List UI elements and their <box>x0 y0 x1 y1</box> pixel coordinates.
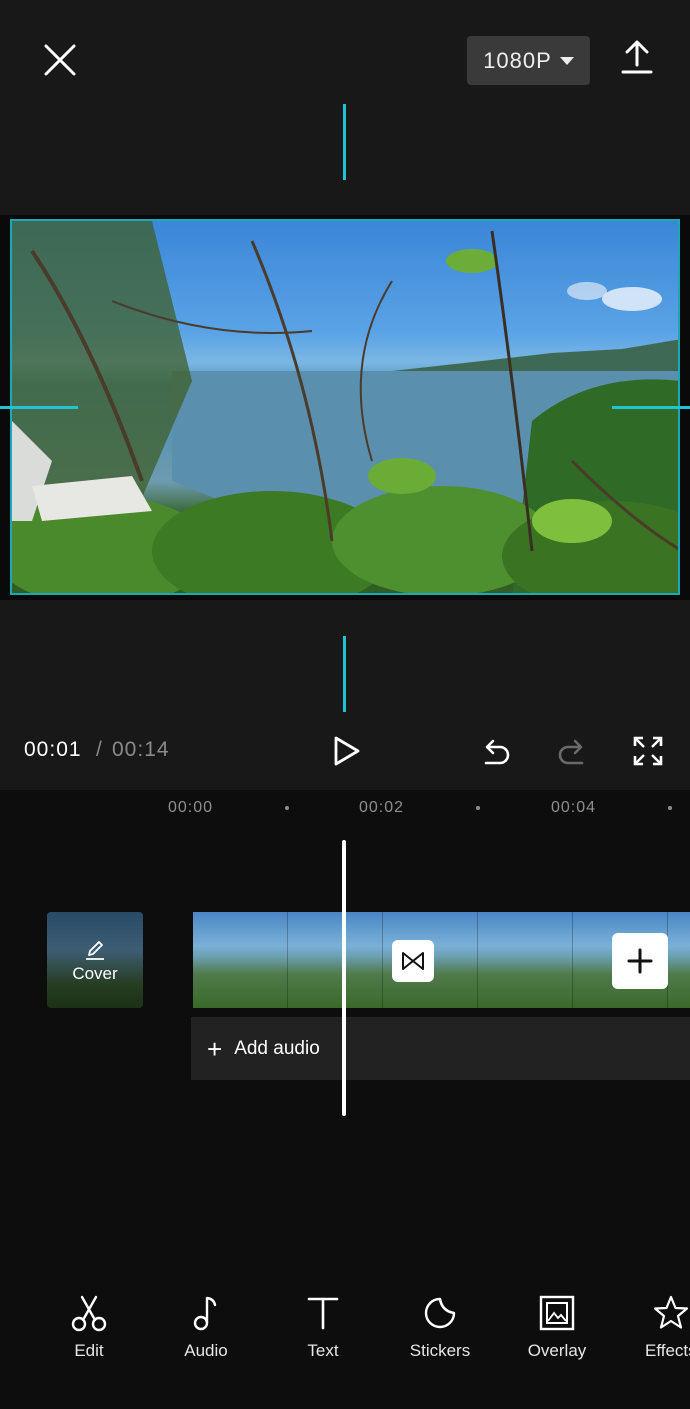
clip-thumbnail <box>193 912 288 1008</box>
scissors-icon <box>71 1295 107 1332</box>
upload-icon <box>621 40 653 74</box>
clip-thumbnail <box>668 912 690 1008</box>
add-audio-label: Add audio <box>234 1037 320 1059</box>
center-guide-top <box>343 104 346 180</box>
tool-audio[interactable]: Audio <box>151 1293 261 1361</box>
undo-icon <box>484 739 510 765</box>
resolution-dropdown[interactable]: 1080P <box>467 36 590 85</box>
ruler-dot <box>668 806 672 810</box>
playhead[interactable] <box>342 840 346 1116</box>
caret-down-icon <box>559 56 574 65</box>
undo-button[interactable] <box>480 735 512 767</box>
ruler-dot <box>285 806 289 810</box>
center-guide-bottom <box>343 636 346 712</box>
clip-thumbnail <box>478 912 573 1008</box>
transition-bowtie-icon <box>402 952 424 970</box>
redo-button[interactable] <box>556 735 588 767</box>
fullscreen-icon <box>633 736 663 766</box>
tool-label: Text <box>307 1341 339 1360</box>
music-note-icon <box>193 1296 217 1331</box>
tool-edit[interactable]: Edit <box>34 1293 144 1361</box>
tool-label: Audio <box>184 1341 228 1360</box>
time-separator: / <box>96 738 102 761</box>
fullscreen-button[interactable] <box>632 735 664 767</box>
redo-icon <box>558 739 584 765</box>
tool-text[interactable]: Text <box>268 1293 378 1361</box>
effects-star-icon <box>653 1295 689 1329</box>
add-audio-button[interactable]: + Add audio <box>191 1017 690 1080</box>
tool-stickers[interactable]: Stickers <box>385 1293 495 1361</box>
current-time: 00:01 <box>24 738 82 761</box>
total-time: 00:14 <box>112 738 170 761</box>
tool-label: Effects <box>645 1341 690 1360</box>
play-icon <box>334 736 360 766</box>
resolution-label: 1080P <box>483 47 552 73</box>
center-guide-right <box>612 406 690 409</box>
close-icon <box>44 44 76 76</box>
close-button[interactable] <box>38 38 82 82</box>
cover-label: Cover <box>72 964 118 983</box>
ruler-dot <box>476 806 480 810</box>
center-guide-left <box>0 406 78 409</box>
edit-pencil-icon <box>86 941 104 960</box>
sticker-icon <box>424 1297 456 1329</box>
add-clip-button[interactable] <box>612 933 668 989</box>
plus-icon <box>627 948 653 974</box>
ruler-label: 00:02 <box>359 799 405 816</box>
ruler-label: 00:00 <box>168 799 214 816</box>
preview-scene <box>12 221 678 593</box>
tool-label: Overlay <box>527 1341 587 1360</box>
cover-button[interactable]: Cover <box>47 912 143 1008</box>
tool-overlay[interactable]: Overlay <box>502 1293 612 1361</box>
clip-thumbnail <box>288 912 383 1008</box>
overlay-icon <box>539 1295 575 1331</box>
tool-effects[interactable]: Effects <box>619 1293 690 1361</box>
video-preview[interactable] <box>10 219 680 595</box>
export-button[interactable] <box>618 38 656 76</box>
tool-label: Stickers <box>409 1341 471 1360</box>
transition-button[interactable] <box>392 940 434 982</box>
play-button[interactable] <box>330 734 362 768</box>
text-icon <box>307 1297 339 1330</box>
ruler-label: 00:04 <box>551 799 597 816</box>
plus-icon: + <box>207 1033 223 1064</box>
tool-label: Edit <box>74 1341 104 1360</box>
